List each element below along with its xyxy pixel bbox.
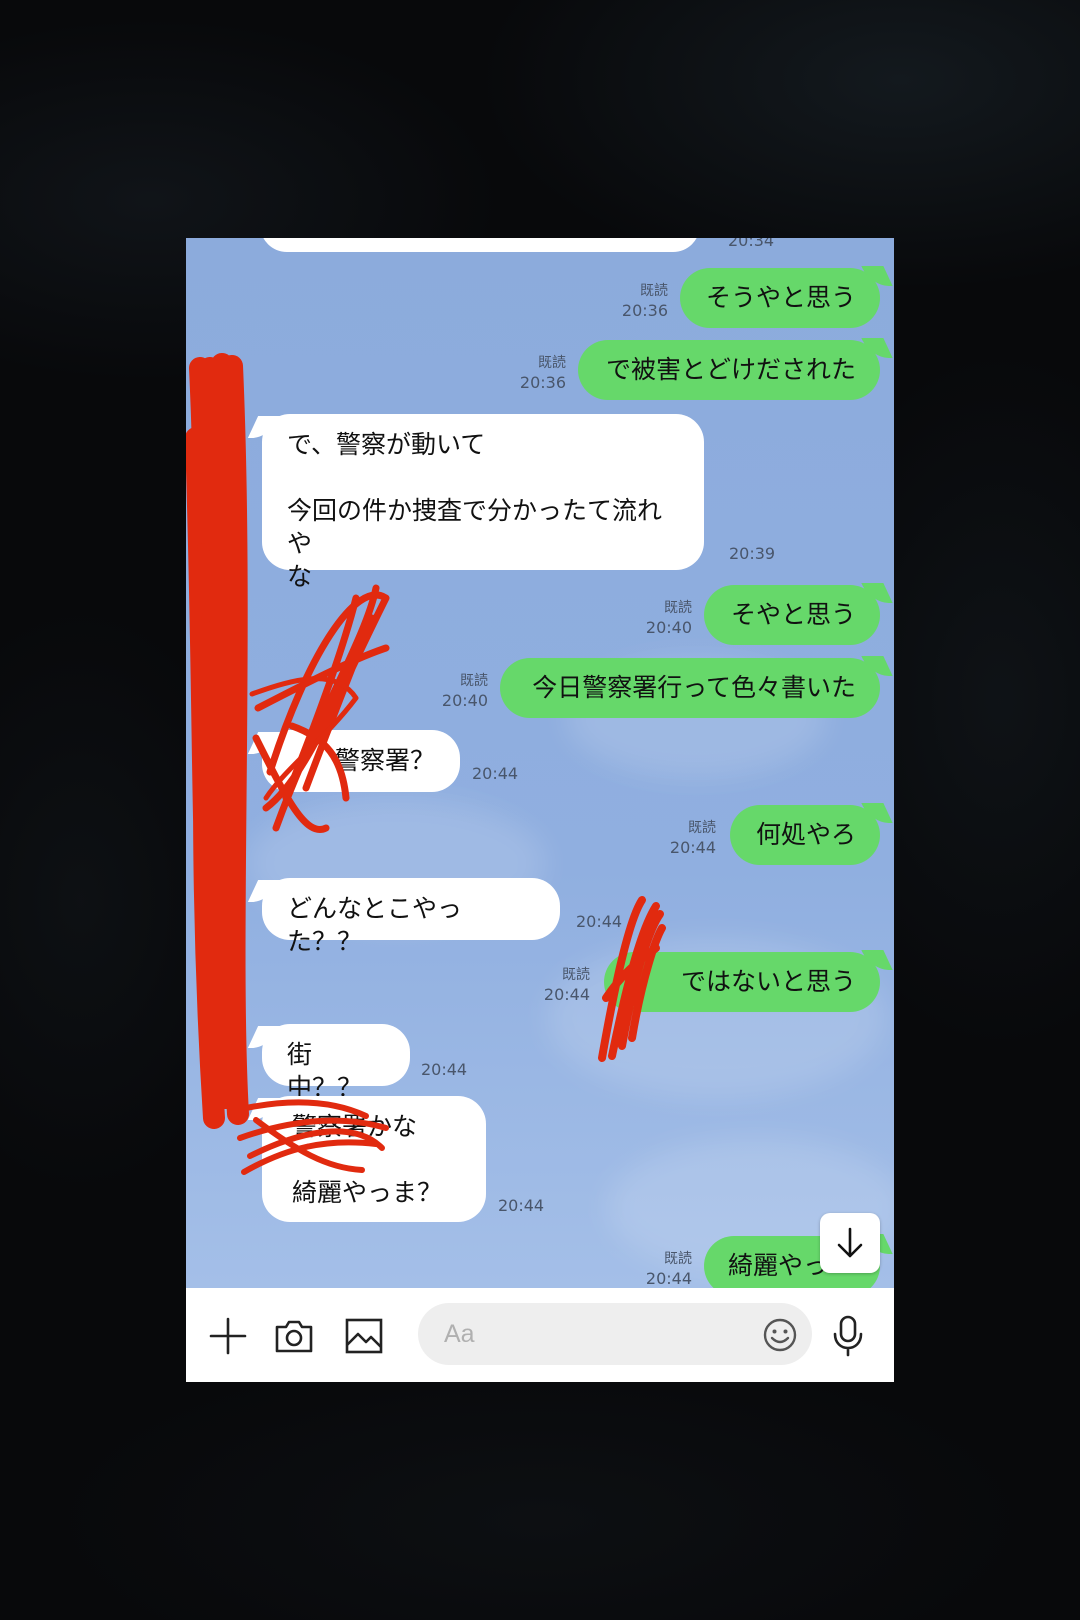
message-bubble-outgoing[interactable]: そやと思う [704, 585, 880, 645]
message-bubble-outgoing[interactable]: そうやと思う [680, 268, 880, 328]
emoji-button[interactable] [762, 1317, 798, 1353]
read-receipt: 既読 20:40 [645, 600, 692, 637]
message-bubble-incoming-cut[interactable] [260, 238, 700, 252]
message-time: 20:44 [421, 1060, 468, 1079]
message-bubble-incoming[interactable]: 警察署？ [262, 730, 460, 792]
read-receipt: 既読 20:44 [645, 1251, 692, 1288]
plus-icon [209, 1317, 247, 1355]
message-time: 20:34 [728, 238, 775, 250]
message-input-bar [186, 1288, 894, 1382]
message-time: 20:39 [729, 544, 776, 563]
message-bubble-incoming[interactable]: で、警察が動いて 今回の件か捜査で分かったて流れや な [262, 414, 704, 591]
message-bubble-outgoing[interactable]: ではないと思う [604, 952, 880, 1012]
read-receipt: 既読 20:44 [669, 820, 716, 857]
arrow-down-icon [837, 1227, 863, 1258]
plus-button[interactable] [206, 1314, 250, 1358]
image-icon [345, 1318, 383, 1354]
read-receipt: 既読 20:36 [519, 355, 566, 392]
microphone-button[interactable] [826, 1314, 870, 1358]
read-receipt: 既読 20:40 [441, 673, 488, 710]
scroll-to-bottom-button[interactable] [820, 1213, 880, 1273]
camera-icon [275, 1320, 313, 1353]
line-chat-screenshot: 20:34 既読 20:36 そうやと思う 既読 20:36 で被害とどけだされた … [186, 238, 894, 1382]
message-time: 20:44 [472, 764, 519, 783]
message-time: 20:44 [576, 912, 623, 931]
image-button[interactable] [342, 1314, 386, 1358]
message-input[interactable] [418, 1303, 812, 1365]
microphone-icon [833, 1315, 863, 1357]
camera-button[interactable] [272, 1314, 316, 1358]
emoji-icon [763, 1318, 797, 1352]
read-receipt: 既読 20:36 [621, 283, 668, 320]
message-time: 20:44 [498, 1196, 545, 1215]
message-bubble-incoming[interactable]: 街中？？ [262, 1024, 410, 1102]
message-bubble-incoming[interactable]: 警察署かな 綺麗やっま？ [262, 1096, 486, 1222]
message-bubble-outgoing[interactable]: で被害とどけだされた [578, 340, 880, 400]
message-bubble-outgoing[interactable]: 何処やろ [730, 805, 880, 865]
chat-area[interactable]: 20:34 既読 20:36 そうやと思う 既読 20:36 で被害とどけだされた … [186, 238, 894, 1288]
message-bubble-incoming[interactable]: どんなとこやった？？ [262, 878, 560, 956]
read-receipt: 既読 20:44 [543, 967, 590, 1004]
message-bubble-outgoing[interactable]: 今日警察署行って色々書いた [500, 658, 880, 718]
